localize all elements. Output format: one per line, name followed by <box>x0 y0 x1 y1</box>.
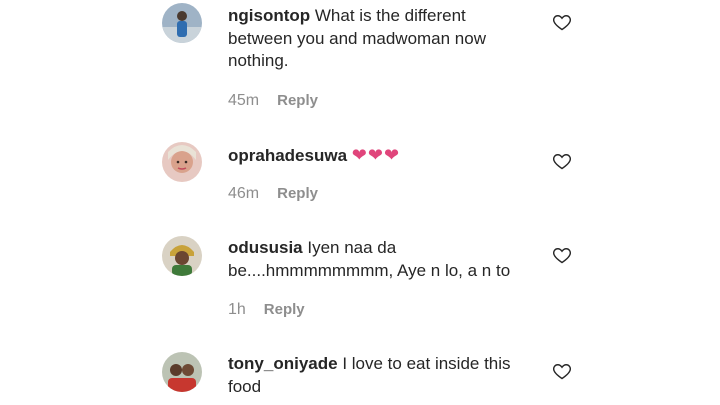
comment-time: 1h <box>228 301 246 318</box>
comment-username[interactable]: tony_oniyade <box>228 354 338 373</box>
heart-outline-icon[interactable] <box>552 361 572 381</box>
avatar[interactable] <box>162 236 202 276</box>
avatar[interactable] <box>162 3 202 43</box>
comment-username[interactable]: odususia <box>228 238 303 257</box>
avatar[interactable] <box>162 142 202 182</box>
avatar[interactable] <box>162 352 202 392</box>
comment-text-block: oprahadesuwa ❤❤❤ <box>228 144 528 168</box>
comment-meta: 45m Reply <box>228 92 318 110</box>
comment-text-block: odususia Iyen naa da be....hmmmmmmmm, Ay… <box>228 237 528 282</box>
comment-meta: 46m Reply <box>228 185 318 203</box>
comment-username[interactable]: oprahadesuwa <box>228 146 347 165</box>
comment-meta: 1h Reply <box>228 301 305 319</box>
comment-time: 46m <box>228 185 260 202</box>
heart-outline-icon[interactable] <box>552 12 572 32</box>
comment-text-block: tony_oniyade I love to eat inside this f… <box>228 353 528 398</box>
heart-emoji: ❤❤❤ <box>351 145 401 165</box>
heart-outline-icon[interactable] <box>552 151 572 171</box>
comment-text-block: ngisontop What is the different between … <box>228 5 528 73</box>
reply-button[interactable]: Reply <box>264 301 305 318</box>
heart-outline-icon[interactable] <box>552 245 572 265</box>
comment-username[interactable]: ngisontop <box>228 6 310 25</box>
reply-button[interactable]: Reply <box>277 185 318 202</box>
reply-button[interactable]: Reply <box>277 92 318 109</box>
comment-time: 45m <box>228 92 260 109</box>
